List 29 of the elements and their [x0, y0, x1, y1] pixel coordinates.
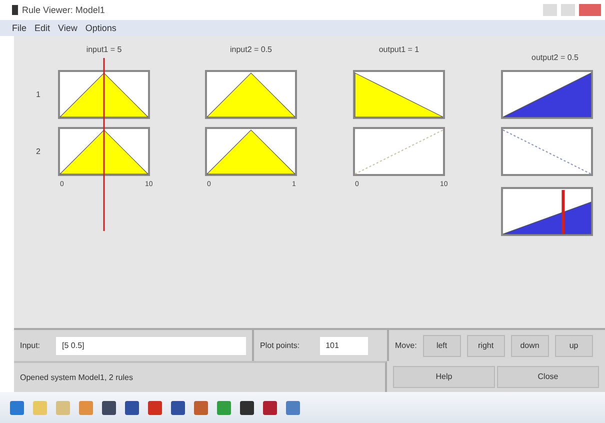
taskbar-icon[interactable]: [171, 400, 185, 414]
menu-item[interactable]: File: [12, 23, 27, 33]
column-title: output1 = 1: [378, 45, 420, 54]
move-button[interactable]: down: [510, 334, 549, 356]
menu-item[interactable]: Options: [85, 23, 116, 33]
move-label: Move:: [395, 341, 417, 350]
input-label: Input:: [20, 341, 40, 350]
plot-points-field[interactable]: 101: [320, 336, 368, 354]
status-text: Opened system Model1, 2 rules: [20, 373, 133, 382]
menu-item[interactable]: View: [58, 23, 78, 33]
rule-number: 1: [36, 90, 40, 99]
column-title: input2 = 0.5: [230, 45, 272, 54]
column-title: output2 = 0.5: [532, 53, 578, 62]
input-field[interactable]: [5 0.5]: [56, 336, 246, 354]
rule-number: 2: [36, 147, 40, 156]
menu-item[interactable]: Edit: [34, 23, 50, 33]
plot-points-label: Plot points:: [260, 341, 300, 350]
column-title: input1 = 5: [86, 45, 122, 54]
window-title: Rule Viewer: Model1: [22, 5, 106, 15]
taskbar-icon[interactable]: [102, 400, 116, 414]
taskbar-icon[interactable]: [240, 400, 254, 414]
action-button[interactable]: Close: [497, 366, 599, 388]
action-button[interactable]: Help: [393, 366, 495, 388]
taskbar-icon[interactable]: [125, 400, 139, 414]
taskbar-icon[interactable]: [263, 400, 277, 414]
move-button[interactable]: up: [554, 334, 593, 356]
app-icon: [12, 5, 18, 15]
move-button[interactable]: left: [422, 334, 461, 356]
move-button[interactable]: right: [466, 334, 505, 356]
